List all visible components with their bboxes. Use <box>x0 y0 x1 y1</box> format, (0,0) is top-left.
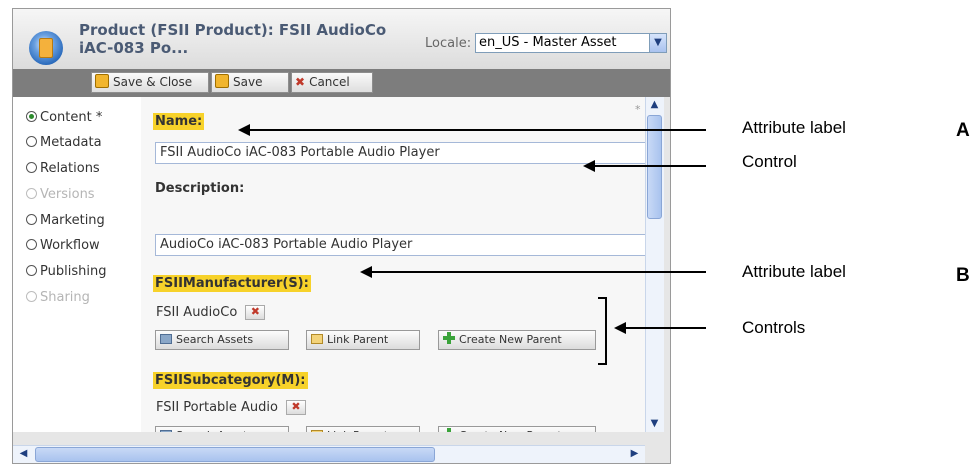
controls-bracket <box>598 297 607 365</box>
toolbar: Save & Close Save ✖ Cancel <box>13 69 670 97</box>
manufacturer-value: FSII AudioCo ✖ <box>156 305 266 320</box>
locale-value: en_US - Master Asset <box>479 35 617 50</box>
scroll-left-icon[interactable]: ◀ <box>15 446 32 462</box>
search-assets-label: Search Assets <box>176 333 254 346</box>
locale-select[interactable]: en_US - Master Asset ▼ <box>475 33 667 53</box>
plus-icon <box>443 332 455 344</box>
manufacturer-attribute-label: FSIIManufacturer(S): <box>153 275 311 292</box>
content-panel: * Name: FSII AudioCo iAC-083 Portable Au… <box>141 97 645 432</box>
create-new-parent-label: Create New Parent <box>459 333 562 346</box>
folder-link-icon <box>311 334 323 344</box>
nav-item-publishing[interactable]: Publishing <box>26 264 106 279</box>
folder-link-icon <box>311 430 323 432</box>
radio-selected-icon <box>26 111 37 122</box>
create-new-parent-button[interactable]: Create New Parent <box>438 330 596 350</box>
product-asset-icon <box>29 31 63 65</box>
save-button[interactable]: Save <box>211 72 289 93</box>
callout-controls: Controls <box>742 318 806 337</box>
nav-item-label: Content * <box>40 110 103 125</box>
radio-icon <box>26 162 37 173</box>
nav-item-metadata[interactable]: Metadata <box>26 135 102 150</box>
name-input[interactable]: FSII AudioCo iAC-083 Portable Audio Play… <box>155 142 645 164</box>
callout-attribute-label-b: Attribute label <box>742 262 846 281</box>
nav-item-relations[interactable]: Relations <box>26 161 100 176</box>
nav-item-marketing[interactable]: Marketing <box>26 213 105 228</box>
window-title: Product (FSII Product): FSII AudioCo iAC… <box>79 21 387 57</box>
callout-line-control <box>594 165 706 167</box>
radio-disabled-icon <box>26 188 37 199</box>
link-parent-button[interactable]: Link Parent <box>306 330 420 350</box>
nav-item-label: Publishing <box>40 264 107 279</box>
marker-a: A <box>956 120 970 141</box>
link-parent-label: Link Parent <box>327 429 388 432</box>
link-parent-label: Link Parent <box>327 333 389 346</box>
search-assets-icon <box>160 430 172 432</box>
section-nav: Content * Metadata Relations Versions Ma… <box>13 97 141 432</box>
nav-item-versions: Versions <box>26 187 95 202</box>
nav-item-workflow[interactable]: Workflow <box>26 238 100 253</box>
radio-disabled-icon <box>26 291 37 302</box>
save-close-label: Save & Close <box>113 75 193 89</box>
remove-manufacturer-button[interactable]: ✖ <box>245 305 266 320</box>
radio-icon <box>26 265 37 276</box>
link-parent-button-2[interactable]: Link Parent <box>306 426 420 432</box>
radio-icon <box>26 239 37 250</box>
nav-item-sharing: Sharing <box>26 290 90 305</box>
subcategory-attribute-label: FSIISubcategory(M): <box>153 372 308 389</box>
search-assets-icon <box>160 334 172 344</box>
nav-item-label: Marketing <box>40 213 105 228</box>
callout-line-controls <box>625 327 706 329</box>
scroll-right-icon[interactable]: ▶ <box>626 446 643 462</box>
vertical-scrollbar[interactable]: ▲ ▼ <box>645 97 664 432</box>
nav-item-label: Workflow <box>40 238 100 253</box>
locale-label: Locale: <box>425 36 472 51</box>
marker-b: B <box>956 265 970 286</box>
callout-control: Control <box>742 152 797 171</box>
nav-item-label: Metadata <box>40 135 102 150</box>
title-bar: Product (FSII Product): FSII AudioCo iAC… <box>13 9 670 69</box>
plus-icon <box>443 428 455 432</box>
manufacturer-value-text: FSII AudioCo <box>156 305 238 320</box>
subcategory-value: FSII Portable Audio ✖ <box>156 400 306 415</box>
create-new-parent-button-2[interactable]: Create New Parent <box>438 426 596 432</box>
nav-item-label: Relations <box>40 161 100 176</box>
search-assets-button-2[interactable]: Search Assets <box>155 426 289 432</box>
search-assets-label: Search Assets <box>176 429 253 432</box>
cancel-x-icon: ✖ <box>295 75 306 89</box>
chevron-down-icon[interactable]: ▼ <box>649 34 666 52</box>
callout-line-attribute-label-a <box>249 129 706 131</box>
callout-attribute-label-a: Attribute label <box>742 118 846 137</box>
save-label: Save <box>233 75 263 89</box>
horizontal-scroll-thumb[interactable] <box>35 447 435 462</box>
radio-icon <box>26 214 37 225</box>
save-close-button[interactable]: Save & Close <box>91 72 209 93</box>
callout-line-attribute-label-b <box>371 271 706 273</box>
scroll-down-icon[interactable]: ▼ <box>646 416 663 432</box>
cancel-button[interactable]: ✖ Cancel <box>291 72 373 93</box>
lock-icon <box>95 74 109 88</box>
nav-item-label: Versions <box>40 187 95 202</box>
radio-icon <box>26 136 37 147</box>
description-attribute-label: Description: <box>155 181 245 196</box>
cancel-label: Cancel <box>309 75 350 89</box>
horizontal-scrollbar[interactable]: ◀ ▶ <box>13 445 645 463</box>
nav-item-content[interactable]: Content * <box>26 110 102 125</box>
asset-editor-window: Product (FSII Product): FSII AudioCo iAC… <box>12 8 671 464</box>
description-input[interactable]: AudioCo iAC-083 Portable Audio Player <box>155 234 645 256</box>
create-new-parent-label: Create New Parent <box>459 429 562 432</box>
lock-icon <box>215 74 229 88</box>
name-attribute-label: Name: <box>153 113 205 130</box>
nav-item-label: Sharing <box>40 290 90 305</box>
search-assets-button[interactable]: Search Assets <box>155 330 289 350</box>
scroll-up-icon[interactable]: ▲ <box>646 97 663 113</box>
subcategory-value-text: FSII Portable Audio <box>156 400 278 415</box>
remove-subcategory-button[interactable]: ✖ <box>285 400 306 415</box>
required-marker: * <box>635 103 641 116</box>
